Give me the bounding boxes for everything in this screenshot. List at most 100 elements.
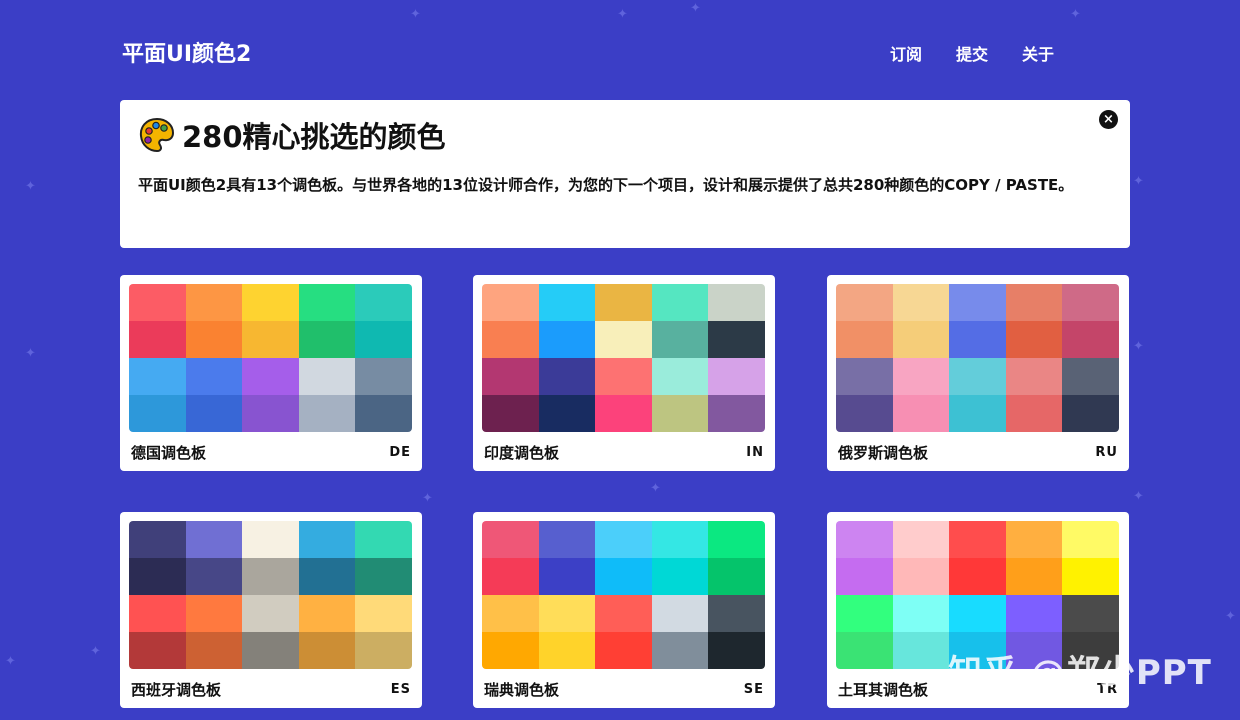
palette-card[interactable]: 瑞典调色板 SE	[473, 512, 775, 708]
color-swatch[interactable]	[129, 558, 186, 595]
color-swatch[interactable]	[892, 521, 950, 558]
color-swatch[interactable]	[708, 358, 765, 395]
color-swatch[interactable]	[242, 358, 299, 395]
color-swatch[interactable]	[651, 395, 709, 432]
color-swatch[interactable]	[836, 595, 893, 632]
color-swatch[interactable]	[651, 521, 709, 558]
color-swatch[interactable]	[1062, 284, 1119, 321]
nav-subscribe[interactable]: 订阅	[890, 41, 922, 65]
color-swatch[interactable]	[595, 321, 652, 358]
color-swatch[interactable]	[892, 358, 950, 395]
color-swatch[interactable]	[242, 395, 299, 432]
color-swatch[interactable]	[482, 632, 539, 669]
color-swatch[interactable]	[242, 284, 299, 321]
color-swatch[interactable]	[595, 284, 652, 321]
color-swatch[interactable]	[185, 358, 243, 395]
color-swatch[interactable]	[892, 595, 950, 632]
palette-card[interactable]: 印度调色板 IN	[473, 275, 775, 471]
color-swatch[interactable]	[708, 595, 765, 632]
color-swatch[interactable]	[482, 558, 539, 595]
palette-card[interactable]: 西班牙调色板 ES	[120, 512, 422, 708]
color-swatch[interactable]	[651, 632, 709, 669]
color-swatch[interactable]	[355, 558, 412, 595]
color-swatch[interactable]	[129, 284, 186, 321]
color-swatch[interactable]	[836, 321, 893, 358]
color-swatch[interactable]	[1005, 521, 1063, 558]
color-swatch[interactable]	[242, 632, 299, 669]
color-swatch[interactable]	[538, 632, 596, 669]
palette-card[interactable]: 德国调色板 DE	[120, 275, 422, 471]
nav-submit[interactable]: 提交	[956, 41, 988, 65]
color-swatch[interactable]	[298, 395, 356, 432]
color-swatch[interactable]	[482, 321, 539, 358]
color-swatch[interactable]	[482, 358, 539, 395]
color-swatch[interactable]	[949, 395, 1006, 432]
color-swatch[interactable]	[538, 358, 596, 395]
color-swatch[interactable]	[949, 358, 1006, 395]
color-swatch[interactable]	[1005, 595, 1063, 632]
color-swatch[interactable]	[1062, 395, 1119, 432]
color-swatch[interactable]	[298, 558, 356, 595]
color-swatch[interactable]	[1062, 521, 1119, 558]
palette-card[interactable]: 俄罗斯调色板 RU	[827, 275, 1129, 471]
color-swatch[interactable]	[595, 595, 652, 632]
color-swatch[interactable]	[185, 395, 243, 432]
color-swatch[interactable]	[129, 595, 186, 632]
color-swatch[interactable]	[185, 284, 243, 321]
color-swatch[interactable]	[482, 521, 539, 558]
color-swatch[interactable]	[185, 321, 243, 358]
color-swatch[interactable]	[242, 558, 299, 595]
color-swatch[interactable]	[1005, 321, 1063, 358]
color-swatch[interactable]	[595, 358, 652, 395]
color-swatch[interactable]	[949, 521, 1006, 558]
color-swatch[interactable]	[949, 284, 1006, 321]
color-swatch[interactable]	[129, 632, 186, 669]
color-swatch[interactable]	[298, 521, 356, 558]
color-swatch[interactable]	[298, 632, 356, 669]
nav-about[interactable]: 关于	[1022, 41, 1054, 65]
color-swatch[interactable]	[129, 521, 186, 558]
color-swatch[interactable]	[1062, 595, 1119, 632]
color-swatch[interactable]	[242, 521, 299, 558]
color-swatch[interactable]	[355, 595, 412, 632]
color-swatch[interactable]	[651, 358, 709, 395]
color-swatch[interactable]	[482, 395, 539, 432]
color-swatch[interactable]	[242, 595, 299, 632]
color-swatch[interactable]	[1062, 558, 1119, 595]
color-swatch[interactable]	[1062, 321, 1119, 358]
color-swatch[interactable]	[482, 595, 539, 632]
color-swatch[interactable]	[185, 558, 243, 595]
color-swatch[interactable]	[129, 358, 186, 395]
color-swatch[interactable]	[355, 521, 412, 558]
color-swatch[interactable]	[355, 284, 412, 321]
color-swatch[interactable]	[836, 558, 893, 595]
color-swatch[interactable]	[892, 632, 950, 669]
color-swatch[interactable]	[892, 558, 950, 595]
color-swatch[interactable]	[892, 395, 950, 432]
color-swatch[interactable]	[708, 521, 765, 558]
color-swatch[interactable]	[836, 632, 893, 669]
color-swatch[interactable]	[129, 395, 186, 432]
color-swatch[interactable]	[298, 321, 356, 358]
color-swatch[interactable]	[185, 521, 243, 558]
site-logo[interactable]: 平面UI颜色2	[122, 36, 251, 68]
color-swatch[interactable]	[836, 521, 893, 558]
color-swatch[interactable]	[949, 321, 1006, 358]
color-swatch[interactable]	[1062, 358, 1119, 395]
color-swatch[interactable]	[538, 321, 596, 358]
color-swatch[interactable]	[595, 558, 652, 595]
color-swatch[interactable]	[651, 595, 709, 632]
close-icon[interactable]: ×	[1099, 110, 1118, 129]
color-swatch[interactable]	[538, 558, 596, 595]
color-swatch[interactable]	[298, 595, 356, 632]
color-swatch[interactable]	[355, 358, 412, 395]
color-swatch[interactable]	[892, 284, 950, 321]
color-swatch[interactable]	[708, 632, 765, 669]
color-swatch[interactable]	[538, 521, 596, 558]
color-swatch[interactable]	[651, 558, 709, 595]
color-swatch[interactable]	[836, 395, 893, 432]
color-swatch[interactable]	[355, 321, 412, 358]
color-swatch[interactable]	[538, 395, 596, 432]
color-swatch[interactable]	[595, 395, 652, 432]
color-swatch[interactable]	[836, 284, 893, 321]
